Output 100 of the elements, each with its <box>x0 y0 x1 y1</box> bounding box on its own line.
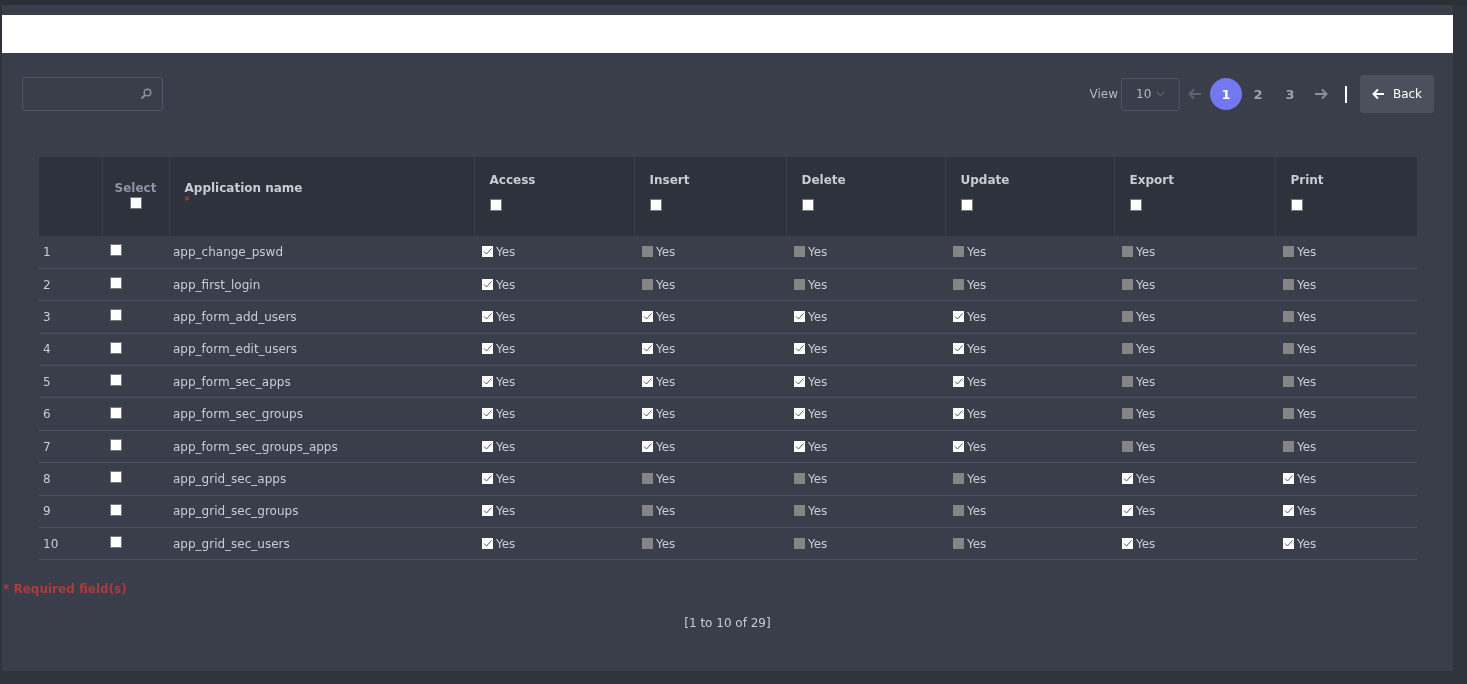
row-checkbox[interactable] <box>110 439 122 452</box>
permission-checkbox[interactable] <box>1122 245 1133 257</box>
permission-checkbox[interactable] <box>1283 408 1294 420</box>
permission-checkbox[interactable] <box>953 472 964 484</box>
permission-checkbox[interactable] <box>1122 343 1133 355</box>
column-header: Insert <box>649 173 691 187</box>
page-size-select[interactable]: 10 <box>1121 77 1180 111</box>
permission-checkbox[interactable] <box>1283 310 1294 322</box>
application-name: app_grid_sec_apps <box>173 471 287 486</box>
permission-checkbox[interactable] <box>794 343 805 355</box>
permission-checkbox[interactable] <box>794 375 805 387</box>
permission-checkbox[interactable] <box>1283 278 1294 290</box>
permission-checkbox[interactable] <box>953 408 964 420</box>
permission-checkbox[interactable] <box>482 537 493 549</box>
permission-checkbox[interactable] <box>1283 537 1294 549</box>
checkbox[interactable] <box>801 199 814 211</box>
permission-checkbox[interactable] <box>1283 505 1294 517</box>
permission-checkbox[interactable] <box>482 408 493 420</box>
permission-checkbox[interactable] <box>1283 343 1294 355</box>
permission-checkbox[interactable] <box>482 472 493 484</box>
checkbox[interactable] <box>960 199 973 211</box>
permission-checkbox[interactable] <box>794 472 805 484</box>
permission-checkbox[interactable] <box>1122 472 1133 484</box>
row-checkbox[interactable] <box>110 374 122 387</box>
yes-label: Yes <box>496 504 516 519</box>
permission-checkbox[interactable] <box>953 375 964 387</box>
checkbox[interactable] <box>649 199 662 211</box>
permission-checkbox[interactable] <box>1122 537 1133 549</box>
permission-checkbox[interactable] <box>642 343 653 355</box>
permission-checkbox[interactable] <box>953 343 964 355</box>
permission-checkbox[interactable] <box>482 278 493 290</box>
yes-label: Yes <box>1297 439 1317 454</box>
permission-checkbox[interactable] <box>794 537 805 549</box>
permission-checkbox[interactable] <box>953 440 964 452</box>
permission-checkbox[interactable] <box>794 408 805 420</box>
page-link[interactable]: 1 <box>1210 78 1242 110</box>
column-header: Update <box>960 173 1011 187</box>
yes-label: Yes <box>967 504 987 519</box>
page-link[interactable]: 2 <box>1242 78 1274 110</box>
permission-checkbox[interactable] <box>1283 472 1294 484</box>
row-checkbox[interactable] <box>110 244 122 257</box>
permission-checkbox[interactable] <box>1122 440 1133 452</box>
permission-checkbox[interactable] <box>642 310 653 322</box>
checkbox[interactable] <box>129 197 142 209</box>
permission-checkbox[interactable] <box>482 310 493 322</box>
row-checkbox[interactable] <box>110 341 122 354</box>
permission-checkbox[interactable] <box>1283 440 1294 452</box>
yes-label: Yes <box>808 471 828 486</box>
row-checkbox[interactable] <box>110 406 122 419</box>
yes-label: Yes <box>656 471 676 486</box>
arrow-right-icon[interactable] <box>1314 88 1328 100</box>
permission-checkbox[interactable] <box>1122 408 1133 420</box>
search-field[interactable] <box>22 77 163 111</box>
yes-label: Yes <box>496 309 516 324</box>
permission-checkbox[interactable] <box>1122 375 1133 387</box>
row-checkbox[interactable] <box>110 503 122 516</box>
row-checkbox[interactable] <box>110 309 122 322</box>
permission-checkbox[interactable] <box>1122 505 1133 517</box>
permission-checkbox[interactable] <box>1283 245 1294 257</box>
checkbox[interactable] <box>1129 199 1142 211</box>
permission-checkbox[interactable] <box>953 537 964 549</box>
row-checkbox[interactable] <box>110 277 122 290</box>
permission-checkbox[interactable] <box>482 375 493 387</box>
permission-checkbox[interactable] <box>642 375 653 387</box>
permission-checkbox[interactable] <box>482 343 493 355</box>
row-checkbox[interactable] <box>110 536 122 549</box>
permission-checkbox[interactable] <box>1122 310 1133 322</box>
permission-checkbox[interactable] <box>642 440 653 452</box>
page-link[interactable]: 3 <box>1274 78 1306 110</box>
permission-checkbox[interactable] <box>794 310 805 322</box>
checkbox[interactable] <box>1290 199 1303 211</box>
record-count: [1 to 10 of 29] <box>684 616 771 631</box>
permission-checkbox[interactable] <box>953 278 964 290</box>
row-checkbox[interactable] <box>110 471 122 484</box>
permission-checkbox[interactable] <box>794 440 805 452</box>
application-name: app_form_add_users <box>173 309 297 324</box>
permission-checkbox[interactable] <box>642 408 653 420</box>
permission-checkbox[interactable] <box>794 245 805 257</box>
permission-checkbox[interactable] <box>1283 375 1294 387</box>
permission-checkbox[interactable] <box>642 505 653 517</box>
yes-label: Yes <box>808 374 828 389</box>
application-name: app_grid_sec_groups <box>173 504 299 519</box>
permission-checkbox[interactable] <box>642 245 653 257</box>
permission-checkbox[interactable] <box>953 310 964 322</box>
search-icon <box>140 88 152 100</box>
column-header: Print <box>1290 173 1325 187</box>
permission-checkbox[interactable] <box>482 440 493 452</box>
yes-label: Yes <box>656 536 676 551</box>
back-button[interactable]: Back <box>1360 75 1434 113</box>
permission-checkbox[interactable] <box>1122 278 1133 290</box>
checkbox[interactable] <box>489 199 502 211</box>
permission-checkbox[interactable] <box>953 245 964 257</box>
permission-checkbox[interactable] <box>794 278 805 290</box>
permission-checkbox[interactable] <box>642 278 653 290</box>
permission-checkbox[interactable] <box>482 245 493 257</box>
permission-checkbox[interactable] <box>642 472 653 484</box>
permission-checkbox[interactable] <box>482 505 493 517</box>
permission-checkbox[interactable] <box>794 505 805 517</box>
permission-checkbox[interactable] <box>642 537 653 549</box>
permission-checkbox[interactable] <box>953 505 964 517</box>
